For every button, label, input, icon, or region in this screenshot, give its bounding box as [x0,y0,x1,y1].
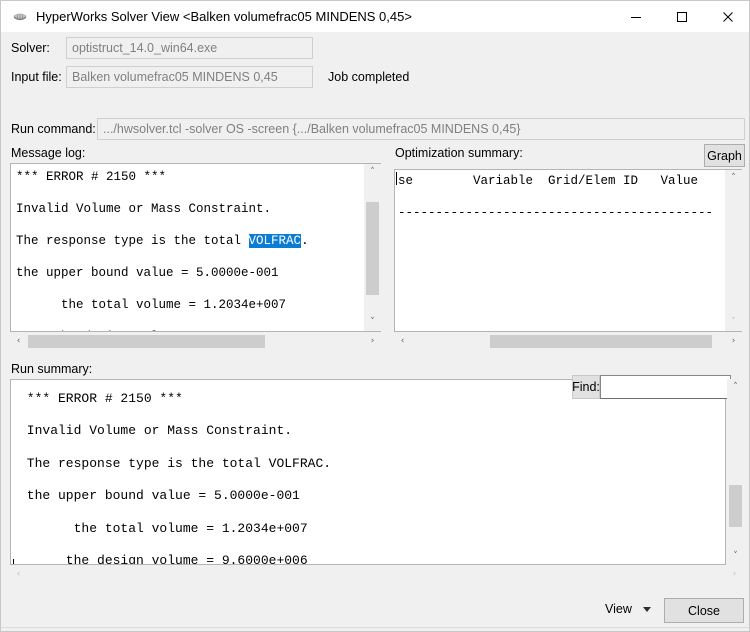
message-log-line: the upper bound value = 5.0000e-001 [16,266,279,280]
message-log-line: The response type is the total [16,234,249,248]
run-summary-hscrollbar[interactable]: ‹ › [10,566,743,583]
text-cursor [396,172,397,185]
scroll-up-icon[interactable]: ˄ [727,379,744,396]
message-log-line: *** ERROR # 2150 *** [16,170,167,184]
optimization-summary-header: se Variable Grid/Elem ID Value [398,174,699,188]
run-summary-line: *** ERROR # 2150 *** [19,391,183,406]
scroll-down-icon[interactable]: ˅ [727,548,744,565]
message-log-line: the total volume = 1.2034e+007 [16,298,287,312]
title-bar: HyperWorks Solver View <Balken volumefra… [1,1,749,32]
run-summary-vscrollbar[interactable]: ˄ ˅ [727,379,744,565]
scroll-down-icon[interactable]: ˅ [725,314,742,331]
scroll-right-icon[interactable]: › [364,333,381,350]
message-log-line: Invalid Volume or Mass Constraint. [16,202,272,216]
scroll-left-icon[interactable]: ‹ [394,333,411,350]
find-input[interactable] [600,375,731,399]
optimization-summary-vscrollbar[interactable]: ˄ ˅ [725,170,742,331]
run-summary-line: the upper bound value = 5.0000e-001 [19,488,300,504]
run-summary-line: the design volume = 9.6000e+006 [19,553,308,565]
message-log-panel[interactable]: *** ERROR # 2150 *** Invalid Volume or M… [10,163,381,332]
text-cursor [13,559,14,564]
message-log-content: *** ERROR # 2150 *** Invalid Volume or M… [16,169,346,331]
bottom-strip [1,627,749,631]
input-file-field[interactable]: Balken volumefrac05 MINDENS 0,45 [66,66,313,88]
maximize-icon [677,11,687,22]
optimization-summary-label: Optimization summary: [395,146,523,160]
scroll-down-icon[interactable]: ˅ [364,314,381,331]
window-controls [613,1,749,32]
message-log-vscrollbar[interactable]: ˄ ˅ [364,164,381,331]
run-summary-line: Invalid Volume or Mass Constraint. [19,423,293,439]
selected-suffix: . [301,234,309,248]
job-status-text: Job completed [328,70,410,84]
hyperworks-app-icon [12,9,28,25]
run-command-field[interactable]: .../hwsolver.tcl -solver OS -screen {...… [97,118,745,140]
optimization-summary-divider: ----------------------------------------… [398,206,714,220]
message-log-hscroll-thumb[interactable] [28,335,265,348]
run-command-label: Run command: [11,122,96,136]
scroll-up-icon[interactable]: ˄ [364,164,381,181]
optimization-summary-hscroll-thumb[interactable] [490,335,712,348]
close-icon [723,11,733,22]
maximize-button[interactable] [659,1,705,32]
graph-button[interactable]: Graph [704,144,745,167]
run-summary-content: *** ERROR # 2150 *** Invalid Volume or M… [19,391,534,565]
run-summary-line: the total volume = 1.2034e+007 [19,520,308,536]
optimization-summary-hscrollbar[interactable]: ‹ › [394,333,742,350]
run-summary-label: Run summary: [11,362,93,376]
view-menu-button[interactable]: View [605,602,651,616]
minimize-button[interactable] [613,1,659,32]
optimization-summary-content: se Variable Grid/Elem ID Value ---------… [398,173,713,221]
close-dialog-button[interactable]: Close [664,598,744,623]
message-log-label: Message log: [11,146,86,160]
window-title: HyperWorks Solver View <Balken volumefra… [36,9,412,24]
selected-token: VOLFRAC [248,234,302,248]
input-file-label: Input file: [11,70,62,84]
find-label: Find: [572,375,600,399]
message-log-hscrollbar[interactable]: ‹ › [10,333,381,350]
close-button[interactable] [705,1,749,32]
scroll-left-icon[interactable]: ‹ [10,333,27,350]
scroll-right-icon[interactable]: › [726,566,743,583]
run-summary-panel[interactable]: *** ERROR # 2150 *** Invalid Volume or M… [10,379,726,565]
message-log-vscroll-thumb[interactable] [366,202,379,295]
solver-field[interactable]: optistruct_14.0_win64.exe [66,37,313,59]
message-log-line: the design volume = 9.6000e+006 [16,330,287,331]
scroll-left-icon[interactable]: ‹ [10,566,27,583]
solver-view-window: HyperWorks Solver View <Balken volumefra… [0,0,750,632]
scroll-right-icon[interactable]: › [725,333,742,350]
view-menu-label: View [605,602,632,616]
optimization-summary-panel[interactable]: se Variable Grid/Elem ID Value ---------… [394,169,742,332]
chevron-down-icon [642,606,651,612]
scroll-up-icon[interactable]: ˄ [725,170,742,187]
solver-label: Solver: [11,41,50,55]
run-summary-line: The response type is the total VOLFRAC. [19,455,332,471]
minimize-icon [631,16,641,18]
run-summary-vscroll-thumb[interactable] [729,485,742,527]
